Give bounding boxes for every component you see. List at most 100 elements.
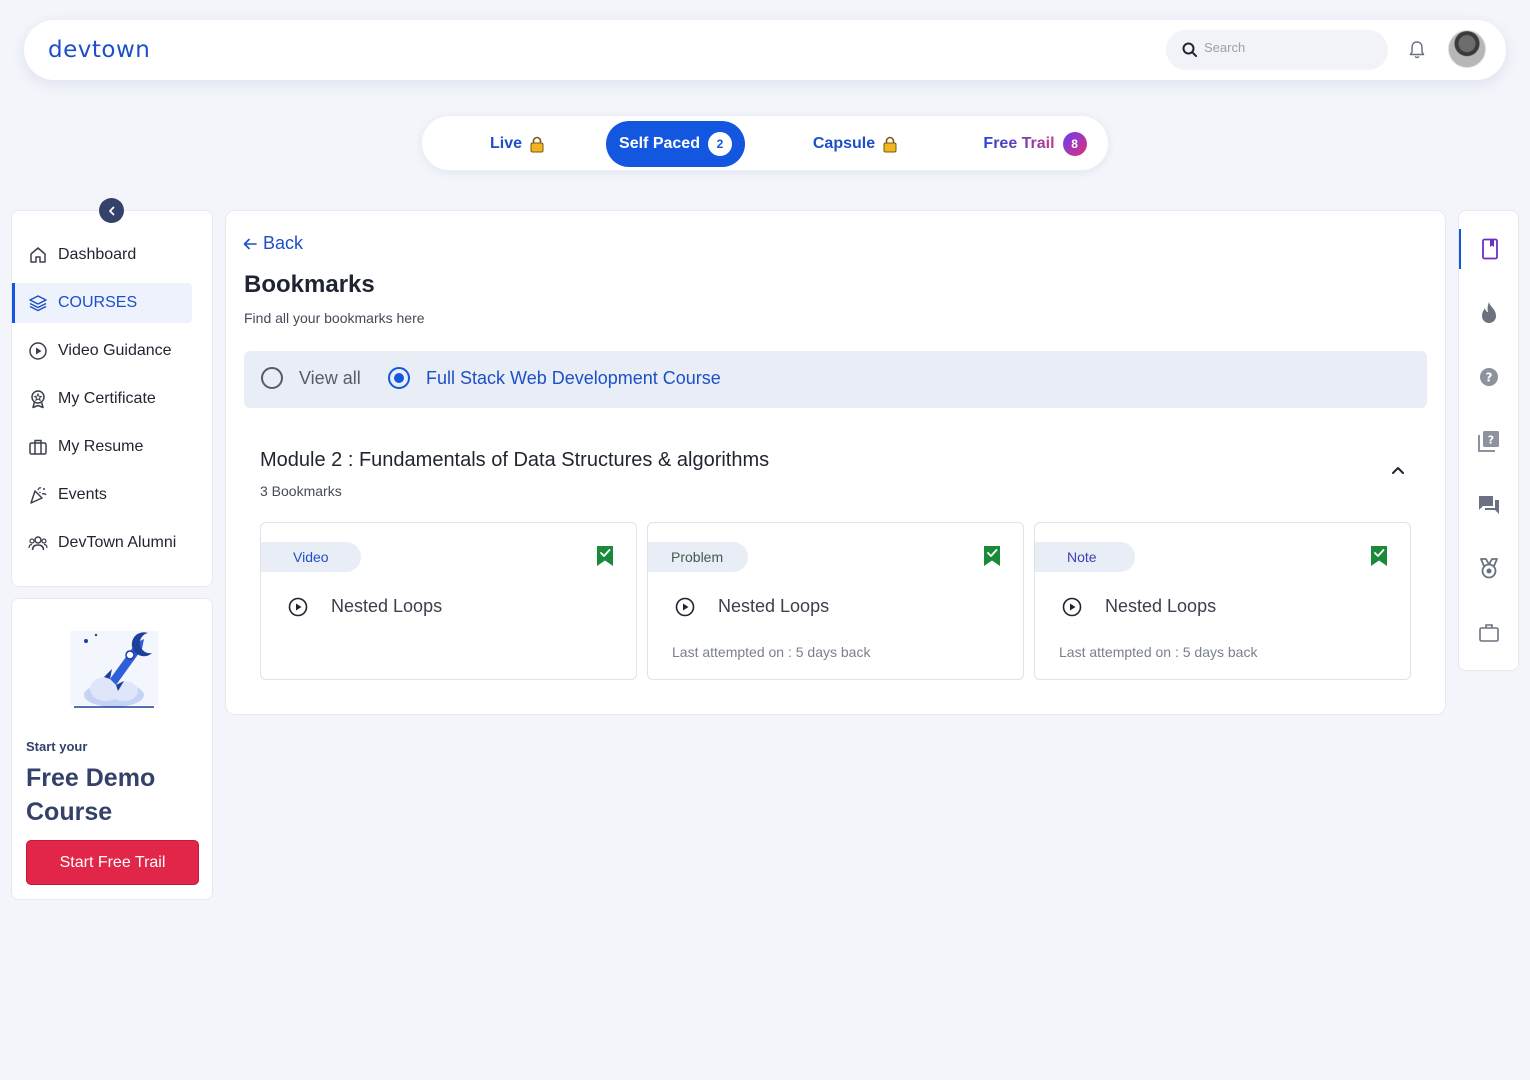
type-chip: Note <box>1035 542 1135 572</box>
certificate-icon <box>31 390 45 409</box>
tab-label: Free Trail <box>983 135 1055 152</box>
rail-chat[interactable] <box>1459 485 1519 525</box>
sidebar-collapse-button[interactable] <box>99 198 124 223</box>
bookmark-check-icon[interactable] <box>1370 545 1388 567</box>
last-attempted: Last attempted on : 5 days back <box>672 644 871 660</box>
bookmark-item[interactable]: Nested Loops <box>675 596 829 617</box>
bookmark-check-icon[interactable] <box>983 545 1001 567</box>
bookmark-icon <box>1482 238 1498 260</box>
filter-label: View all <box>299 367 361 388</box>
page-title: Bookmarks <box>244 271 375 298</box>
course-type-tabs: Live Self Paced 2 Capsule Free Trail 8 <box>421 115 1109 171</box>
page-subtitle: Find all your bookmarks here <box>244 310 425 326</box>
sidebar-item-label: COURSES <box>58 294 138 311</box>
back-label: Back <box>263 233 304 253</box>
tab-live[interactable]: Live <box>452 121 582 167</box>
start-free-trail-button[interactable]: Start Free Trail <box>26 840 199 885</box>
play-circle-icon <box>1062 597 1082 616</box>
bookmark-title: Nested Loops <box>1105 596 1217 616</box>
sidebar-item-courses[interactable]: COURSES <box>12 283 192 323</box>
chat-icon <box>1479 496 1499 514</box>
rail-bookmark[interactable] <box>1459 229 1519 269</box>
sidebar-item-video-guidance[interactable]: Video Guidance <box>12 331 192 371</box>
bookmark-check-icon[interactable] <box>596 545 614 567</box>
tab-label: Self Paced <box>619 135 700 152</box>
bookmark-item[interactable]: Nested Loops <box>1062 596 1216 617</box>
devtown-logo[interactable]: devtown <box>48 37 150 63</box>
sidebar-item-devtown-alumni[interactable]: DevTown Alumni <box>12 523 192 563</box>
briefcase-icon <box>1479 624 1499 642</box>
sidebar-item-label: My Resume <box>58 438 144 455</box>
radio-button[interactable] <box>261 367 283 389</box>
sidebar-item-label: DevTown Alumni <box>58 534 177 551</box>
tab-count-badge: 8 <box>1062 132 1087 156</box>
sidebar-item-dashboard[interactable]: Dashboard <box>12 235 192 275</box>
rail-jobs[interactable] <box>1459 613 1519 653</box>
sidebar-item-my-certificate[interactable]: My Certificate <box>12 379 192 419</box>
arrow-left-icon <box>243 238 257 249</box>
bookmark-title: Nested Loops <box>331 596 443 616</box>
promo-small-text: Start your <box>26 739 88 754</box>
sidebar-item-my-resume[interactable]: My Resume <box>12 427 192 467</box>
bookmark-card[interactable]: Note Nested Loops Last attempted on : 5 … <box>1034 522 1411 680</box>
svg-text:?: ? <box>1488 434 1494 447</box>
lock-icon <box>883 136 897 152</box>
award-icon <box>1480 558 1498 579</box>
sidebar: Dashboard COURSES Video Guidance My Cert… <box>11 210 213 587</box>
right-rail: ? ? <box>1458 210 1519 671</box>
sidebar-item-label: My Certificate <box>58 390 156 407</box>
search-input[interactable] <box>1204 40 1374 55</box>
promo-title: Free Demo Course <box>26 764 156 826</box>
bookmark-card[interactable]: Video Nested Loops <box>260 522 637 680</box>
search-icon <box>1182 42 1197 57</box>
filter-full-stack[interactable]: Full Stack Web Development Course <box>388 367 721 389</box>
rail-streak[interactable] <box>1459 293 1519 333</box>
party-popper-icon <box>30 487 47 504</box>
lock-icon <box>530 136 544 152</box>
free-demo-promo: Start your Free Demo Course Start Free T… <box>11 598 213 900</box>
radio-button[interactable] <box>388 367 410 389</box>
bookmark-card[interactable]: Problem Nested Loops Last attempted on :… <box>647 522 1024 680</box>
sidebar-item-label: Video Guidance <box>58 342 172 359</box>
course-filter-bar: View all Full Stack Web Development Cour… <box>244 351 1427 408</box>
tab-self-paced[interactable]: Self Paced 2 <box>606 121 745 167</box>
module-title: Module 2 : Fundamentals of Data Structur… <box>260 449 770 471</box>
filter-label: Full Stack Web Development Course <box>426 367 721 388</box>
back-link[interactable]: Back <box>243 233 303 254</box>
layers-icon <box>29 295 47 312</box>
module-bookmark-count: 3 Bookmarks <box>260 483 342 499</box>
bookmarks-panel: Back Bookmarks Find all your bookmarks h… <box>225 210 1446 715</box>
bookmark-title: Nested Loops <box>718 596 830 616</box>
play-circle-icon <box>675 597 695 616</box>
fire-icon <box>1482 302 1496 323</box>
bookmark-item[interactable]: Nested Loops <box>288 596 442 617</box>
play-circle-icon <box>288 597 308 616</box>
rail-award[interactable] <box>1459 549 1519 589</box>
bell-icon[interactable] <box>1408 40 1426 60</box>
top-bar: devtown <box>24 20 1506 80</box>
sidebar-item-label: Events <box>58 486 107 503</box>
briefcase-icon <box>29 439 47 455</box>
help-icon: ? <box>1480 368 1498 386</box>
type-chip: Video <box>261 542 361 572</box>
tab-label: Capsule <box>812 135 876 152</box>
rail-help[interactable]: ? <box>1459 357 1519 397</box>
rail-quiz[interactable]: ? <box>1459 421 1519 461</box>
sidebar-item-events[interactable]: Events <box>12 475 192 515</box>
type-chip: Problem <box>648 542 748 572</box>
last-attempted: Last attempted on : 5 days back <box>1059 644 1258 660</box>
tab-free-trail[interactable]: Free Trail 8 <box>970 121 1100 167</box>
rocket-illustration <box>70 631 158 708</box>
quiz-icon: ? <box>1478 431 1499 452</box>
tab-capsule[interactable]: Capsule <box>790 121 920 167</box>
search-box[interactable] <box>1166 30 1388 70</box>
filter-view-all[interactable]: View all <box>261 367 361 389</box>
svg-text:?: ? <box>1486 371 1493 385</box>
chevron-up-icon[interactable] <box>1389 465 1407 477</box>
tab-label: Live <box>489 135 522 152</box>
avatar[interactable] <box>1448 30 1486 68</box>
play-circle-icon <box>29 342 47 360</box>
chevron-left-icon <box>108 206 114 215</box>
tab-count-badge: 2 <box>707 132 732 156</box>
sidebar-item-label: Dashboard <box>58 246 137 263</box>
